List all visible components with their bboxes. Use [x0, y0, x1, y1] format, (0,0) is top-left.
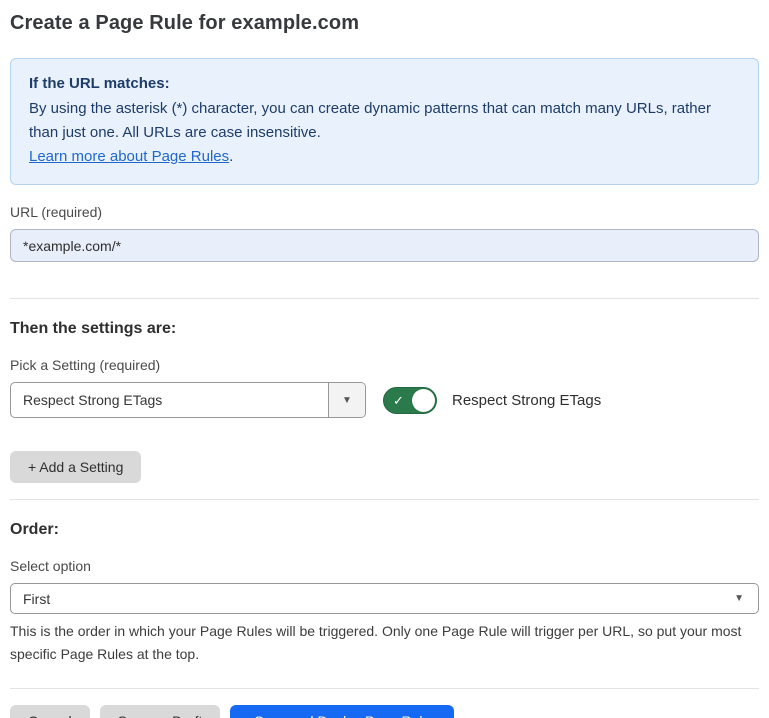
cancel-button[interactable]: Cancel: [10, 705, 90, 718]
info-box-link-line: Learn more about Page Rules.: [29, 145, 740, 169]
url-field-label: URL (required): [10, 204, 759, 220]
settings-section-heading: Then the settings are:: [10, 320, 759, 338]
order-select-label: Select option: [10, 558, 759, 574]
divider: [10, 688, 759, 689]
order-dropdown-value: First: [23, 591, 50, 607]
divider: [10, 298, 759, 299]
info-box-body: By using the asterisk (*) character, you…: [29, 97, 729, 145]
save-as-draft-button[interactable]: Save as Draft: [100, 705, 221, 718]
chevron-down-icon: ▼: [734, 593, 746, 604]
setting-dropdown[interactable]: Respect Strong ETags ▼: [10, 382, 366, 418]
chevron-down-icon: ▼: [342, 395, 352, 406]
order-help-text: This is the order in which your Page Rul…: [10, 620, 755, 666]
url-input[interactable]: [10, 229, 759, 262]
setting-toggle-label: Respect Strong ETags: [452, 392, 601, 409]
setting-dropdown-value: Respect Strong ETags: [11, 383, 328, 417]
url-match-info-box: If the URL matches: By using the asteris…: [10, 58, 759, 185]
link-period: .: [229, 148, 233, 165]
form-actions: Cancel Save as Draft Save and Deploy Pag…: [10, 705, 759, 718]
toggle-knob: [412, 389, 435, 412]
info-box-heading: If the URL matches:: [29, 72, 740, 96]
pick-setting-label: Pick a Setting (required): [10, 357, 759, 373]
order-section-heading: Order:: [10, 521, 759, 539]
check-icon: ✓: [393, 392, 404, 410]
page-title: Create a Page Rule for example.com: [10, 12, 759, 35]
setting-dropdown-arrow-segment[interactable]: ▼: [328, 383, 365, 417]
setting-row: Respect Strong ETags ▼ ✓ Respect Strong …: [10, 382, 759, 418]
learn-more-link[interactable]: Learn more about Page Rules: [29, 148, 229, 165]
page-rule-form: Create a Page Rule for example.com If th…: [0, 0, 769, 718]
setting-toggle[interactable]: ✓: [383, 387, 437, 414]
divider: [10, 499, 759, 500]
save-and-deploy-button[interactable]: Save and Deploy Page Rule: [230, 705, 454, 718]
add-setting-button[interactable]: + Add a Setting: [10, 451, 141, 483]
order-dropdown[interactable]: First ▼: [10, 583, 759, 614]
